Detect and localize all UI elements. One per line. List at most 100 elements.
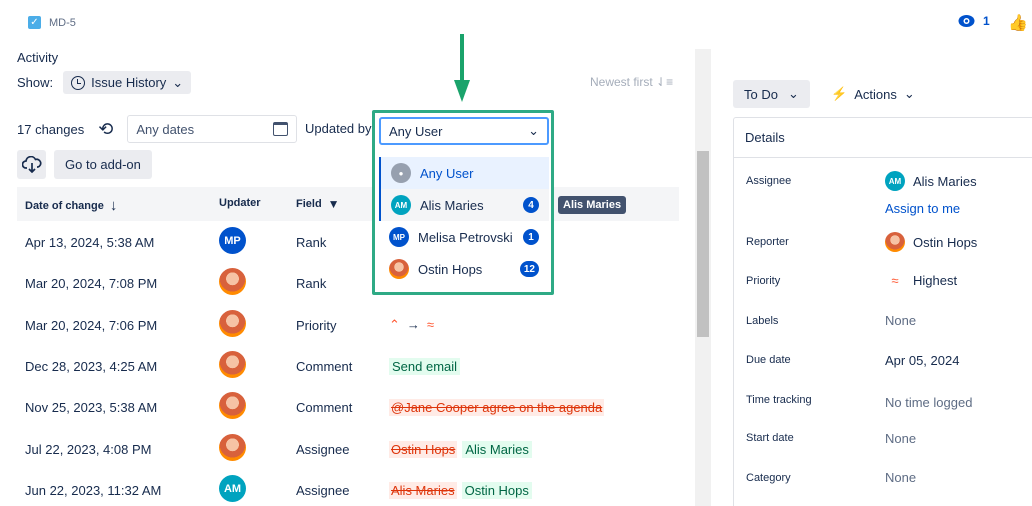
issue-key[interactable]: ✓ MD-5: [28, 16, 76, 29]
issue-key-label: MD-5: [49, 16, 76, 29]
highest-priority-icon: ≈: [891, 273, 899, 288]
avatar[interactable]: [219, 310, 246, 337]
table-row: Jun 22, 2023, 11:32 AM AM Assignee Alis …: [17, 470, 679, 506]
avatar[interactable]: AM: [219, 475, 246, 502]
avatar[interactable]: [219, 434, 246, 461]
lightning-icon: ⚡: [831, 86, 848, 101]
row-field: Assignee: [296, 442, 350, 457]
chevron-down-icon: ⌄: [528, 123, 539, 138]
category-value[interactable]: None: [885, 470, 916, 485]
eye-icon: [958, 15, 975, 27]
time-tracking-value[interactable]: No time logged: [885, 395, 972, 410]
refresh-icon[interactable]: ⟲: [98, 119, 113, 140]
updated-by-value: Any User: [389, 123, 443, 139]
changes-count: 17 changes: [17, 121, 85, 137]
sort-label: Newest first: [590, 75, 653, 89]
row-date: Jun 22, 2023, 11:32 AM: [25, 483, 162, 498]
calendar-icon: [273, 122, 289, 136]
user-option-ostin[interactable]: Ostin Hops 12: [379, 253, 549, 285]
priority-label: Priority: [746, 275, 781, 287]
cloud-download-icon: [21, 156, 42, 173]
scroll-thumb[interactable]: [697, 151, 709, 337]
row-date: Apr 13, 2024, 5:38 AM: [25, 235, 155, 250]
updated-by-select[interactable]: Any User ⌄: [379, 117, 549, 145]
user-count-badge: 12: [519, 261, 539, 277]
thumbs-up-icon[interactable]: 👍: [1008, 13, 1028, 33]
green-down-arrow-icon: [454, 34, 470, 102]
updated-by-label: Updated by:: [305, 121, 376, 136]
actions-label: Actions: [854, 86, 897, 102]
avatar: AM: [391, 195, 411, 215]
old-value: Alis Maries: [389, 482, 457, 499]
field-column-header[interactable]: Field ▼: [296, 197, 340, 211]
new-value: Ostin Hops: [461, 482, 532, 499]
actions-button[interactable]: ⚡ Actions ⌄: [827, 80, 919, 108]
details-title: Details: [734, 118, 1032, 158]
labels-value[interactable]: None: [885, 313, 916, 328]
clock-icon: [71, 75, 86, 90]
table-row: Jul 22, 2023, 4:08 PM Assignee Ostin Hop…: [17, 429, 679, 470]
labels-label: Labels: [746, 315, 779, 327]
addon-toolbar: Go to add-on: [17, 150, 152, 179]
status-button[interactable]: To Do ⌄: [733, 80, 810, 108]
date-filter-input[interactable]: Any dates: [127, 115, 298, 143]
reporter-value[interactable]: Ostin Hops: [885, 232, 977, 252]
assignee-name: Alis Maries: [913, 173, 977, 189]
user-option-label: Any User: [420, 165, 474, 181]
row-field: Comment: [296, 400, 353, 415]
details-panel: Details Assignee AM Alis Maries Assign t…: [733, 117, 1032, 506]
updater-column-header: Updater: [219, 197, 261, 209]
cloud-download-button[interactable]: [17, 150, 46, 179]
table-row: Nov 25, 2023, 5:38 AM Comment @Jane Coop…: [17, 387, 679, 428]
row-field: Assignee: [296, 483, 350, 498]
due-date-value[interactable]: Apr 05, 2024: [885, 353, 959, 368]
table-row: Mar 20, 2024, 7:06 PM Priority ⌃ → ≈: [17, 305, 679, 346]
go-to-addon-button[interactable]: Go to add-on: [54, 150, 152, 179]
user-tooltip: Alis Maries: [558, 196, 627, 214]
user-option-melisa[interactable]: MP Melisa Petrovski 1: [379, 221, 549, 253]
row-date: Mar 20, 2024, 7:06 PM: [25, 318, 158, 333]
issue-history-select[interactable]: Issue History ⌄: [63, 71, 192, 94]
table-row: Dec 28, 2023, 4:25 AM Comment Send email: [17, 346, 679, 387]
user-count-badge: 1: [523, 229, 539, 245]
updated-by-dropdown: Any User ⌄ ● Any User AM Alis Maries 4 M…: [372, 110, 554, 295]
category-label: Category: [746, 472, 791, 484]
user-option-label: Alis Maries: [420, 197, 484, 213]
start-date-label: Start date: [746, 432, 794, 444]
watch-count: 1: [983, 14, 990, 28]
avatar: [885, 232, 905, 252]
new-value: Alis Maries: [462, 441, 532, 458]
avatar[interactable]: [219, 268, 246, 295]
avatar[interactable]: MP: [219, 227, 246, 254]
avatar[interactable]: [219, 351, 246, 378]
time-tracking-label: Time tracking: [746, 394, 812, 406]
assignee-value[interactable]: AM Alis Maries: [885, 171, 977, 191]
assign-to-me-link[interactable]: Assign to me: [885, 201, 960, 216]
user-count-badge: 4: [523, 197, 539, 213]
old-value: Ostin Hops: [389, 441, 458, 458]
row-field: Rank: [296, 276, 327, 291]
assignee-label: Assignee: [746, 175, 792, 187]
changes-toolbar: 17 changes ⟲ Any dates: [17, 115, 298, 143]
row-field: Priority: [296, 318, 337, 333]
avatar: MP: [389, 227, 409, 247]
row-date: Jul 22, 2023, 4:08 PM: [25, 442, 152, 457]
show-label: Show:: [17, 75, 54, 90]
priority-value[interactable]: ≈ Highest: [885, 273, 957, 288]
sort-icon: ⇃≡: [656, 75, 674, 89]
task-checkbox-icon: ✓: [28, 16, 41, 29]
avatar[interactable]: [219, 392, 246, 419]
row-date: Nov 25, 2023, 5:38 AM: [25, 400, 158, 415]
chevron-down-icon: ⌄: [903, 86, 915, 101]
user-option-label: Ostin Hops: [418, 261, 483, 277]
old-value: @Jane Cooper agree on the agenda: [389, 399, 605, 416]
sort-newest-button[interactable]: Newest first ⇃≡: [590, 75, 673, 89]
scrollbar[interactable]: [695, 49, 711, 506]
start-date-value[interactable]: None: [885, 431, 916, 446]
watch-button[interactable]: 1: [958, 14, 990, 28]
user-option-any[interactable]: ● Any User: [379, 157, 549, 189]
user-option-alis[interactable]: AM Alis Maries 4: [379, 189, 549, 221]
status-label: To Do: [744, 86, 778, 102]
date-column-header[interactable]: Date of change ↓: [25, 197, 117, 214]
row-field: Comment: [296, 359, 353, 374]
